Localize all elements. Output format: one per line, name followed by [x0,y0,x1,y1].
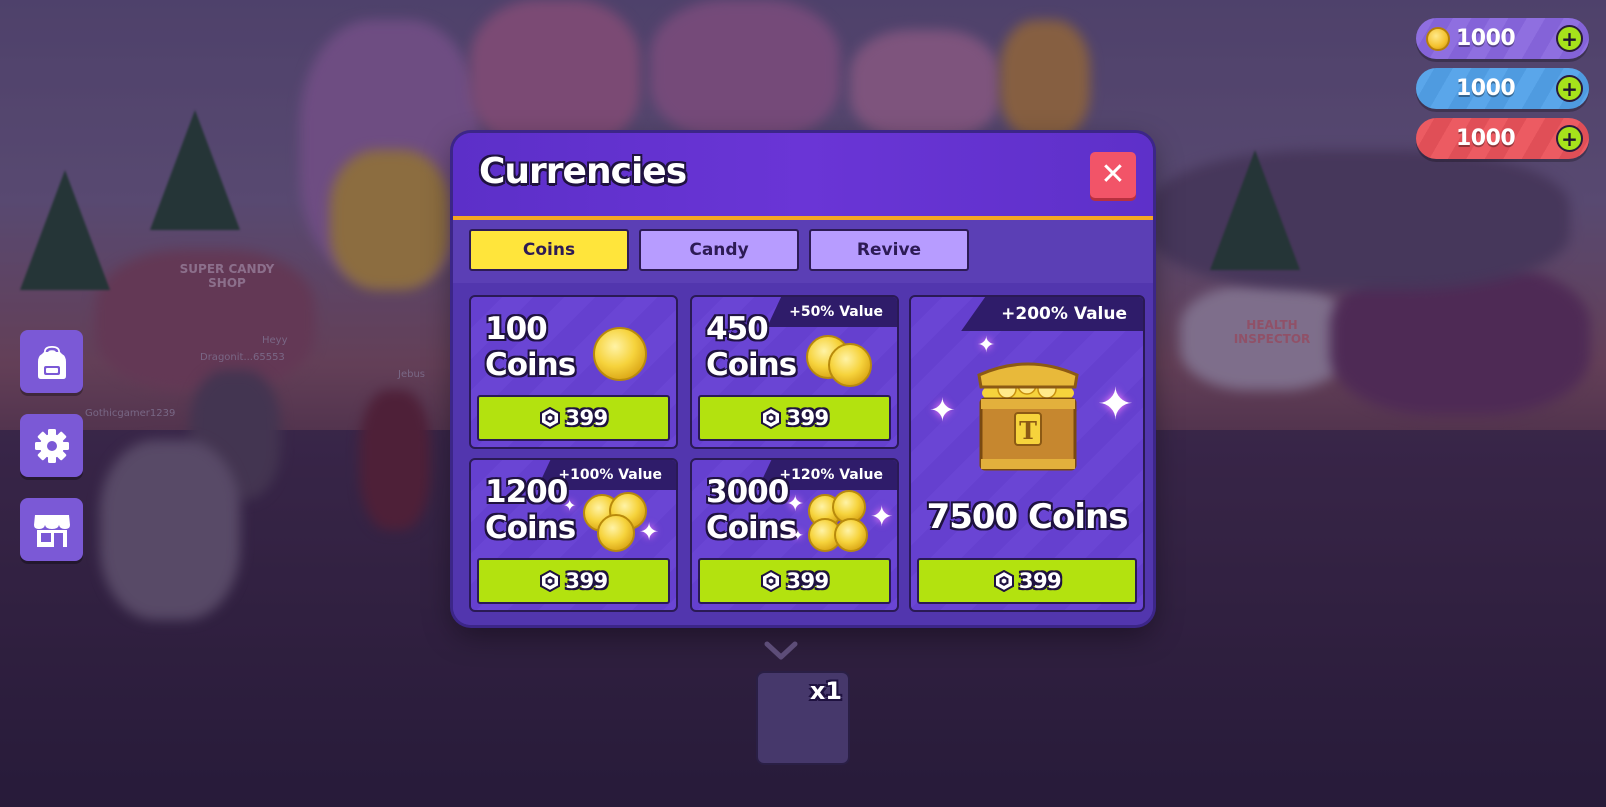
offers-grid: 100 Coins 399 +50% Value 450 Coins 399 +… [453,283,1153,625]
chevron-down-icon[interactable] [764,640,798,662]
svg-text:T: T [1019,416,1037,445]
gold-coin-icon [828,343,872,387]
buy-button[interactable]: 399 [698,395,891,441]
price-label: 399 [565,569,608,593]
buy-button[interactable]: 399 [698,558,891,604]
price-label: 399 [786,406,829,430]
modal-header: Currencies ✕ [453,133,1153,220]
sparkle-icon: ✦ [929,391,956,429]
add-candy-button[interactable]: + [1556,75,1583,102]
offer-amount: 1200 [485,474,568,510]
gear-icon [34,428,69,463]
revive-value: 1000 [1456,126,1516,151]
buy-button[interactable]: 399 [477,395,670,441]
item-count: x1 [809,677,842,705]
gold-coin-icon [1426,26,1450,51]
offer-name: 100 Coins [485,311,576,383]
offer-card-1200: +100% Value 1200 Coins ✦ ✦ 399 [469,458,678,612]
offer-unit: Coins [485,347,576,383]
price-label: 399 [786,569,829,593]
gold-coin-icon [834,518,868,552]
coins-counter: 1000 + [1416,18,1589,59]
settings-button[interactable] [20,414,83,477]
offer-card-450: +50% Value 450 Coins 399 [690,295,899,449]
offer-card-3000: +120% Value 3000 Coins ✦ ✦ ✦ 399 [690,458,899,612]
robux-icon [993,570,1014,592]
add-coins-button[interactable]: + [1556,25,1583,52]
currency-hud: 1000 + 1000 + 1000 + [1416,18,1589,168]
close-button[interactable]: ✕ [1090,152,1136,198]
shop-button[interactable] [20,498,83,561]
offer-card-7500: +200% Value T ✦ ✦ ✦ 7500 Coins 399 [909,295,1145,612]
candy-value: 1000 [1456,76,1516,101]
backpack-icon [37,345,66,379]
gold-coin-icon [593,327,647,381]
sparkle-icon: ✦ [563,496,577,515]
revive-counter: 1000 + [1416,118,1589,159]
offer-card-100: 100 Coins 399 [469,295,678,449]
offer-name: 3000 Coins [706,474,797,546]
value-badge: +200% Value [961,297,1143,331]
robux-icon [761,407,782,429]
offer-amount: 3000 [706,474,789,510]
offer-amount: 450 [706,311,769,347]
shop-icon [33,514,70,547]
offer-unit: Coins [706,347,797,383]
sparkle-icon: ✦ [1097,379,1134,430]
offer-unit: Coins [485,510,576,546]
gold-coin-icon [597,514,635,552]
hotbar-slot[interactable]: x1 [756,671,850,765]
tab-coins[interactable]: Coins [469,229,629,271]
currency-tabs: Coins Candy Revive [469,229,969,271]
modal-title: Currencies [479,151,687,192]
sparkle-icon: ✦ [792,528,804,544]
tab-revive[interactable]: Revive [809,229,969,271]
inventory-button[interactable] [20,330,83,393]
price-label: 399 [565,406,608,430]
offer-name: 7500 Coins [926,497,1129,537]
robux-icon [540,570,561,592]
tab-candy[interactable]: Candy [639,229,799,271]
add-revive-button[interactable]: + [1556,125,1583,152]
close-icon: ✕ [1100,157,1126,192]
price-label: 399 [1018,569,1062,593]
candy-counter: 1000 + [1416,68,1589,109]
offer-name: 1200 Coins [485,474,576,546]
sparkle-icon: ✦ [977,333,996,358]
coins-value: 1000 [1456,26,1516,51]
robux-icon [761,570,782,592]
sparkle-icon: ✦ [639,518,660,546]
sparkle-icon: ✦ [870,500,894,533]
offer-amount: 100 [485,311,548,347]
robux-icon [540,407,561,429]
currencies-modal: Currencies ✕ Coins Candy Revive 100 Coin… [453,133,1153,625]
offer-name: 450 Coins [706,311,797,383]
treasure-chest-icon: T [977,362,1079,471]
buy-button[interactable]: 399 [477,558,670,604]
buy-button[interactable]: 399 [917,558,1137,604]
offer-unit: Coins [706,510,797,546]
sparkle-icon: ✦ [786,492,805,517]
